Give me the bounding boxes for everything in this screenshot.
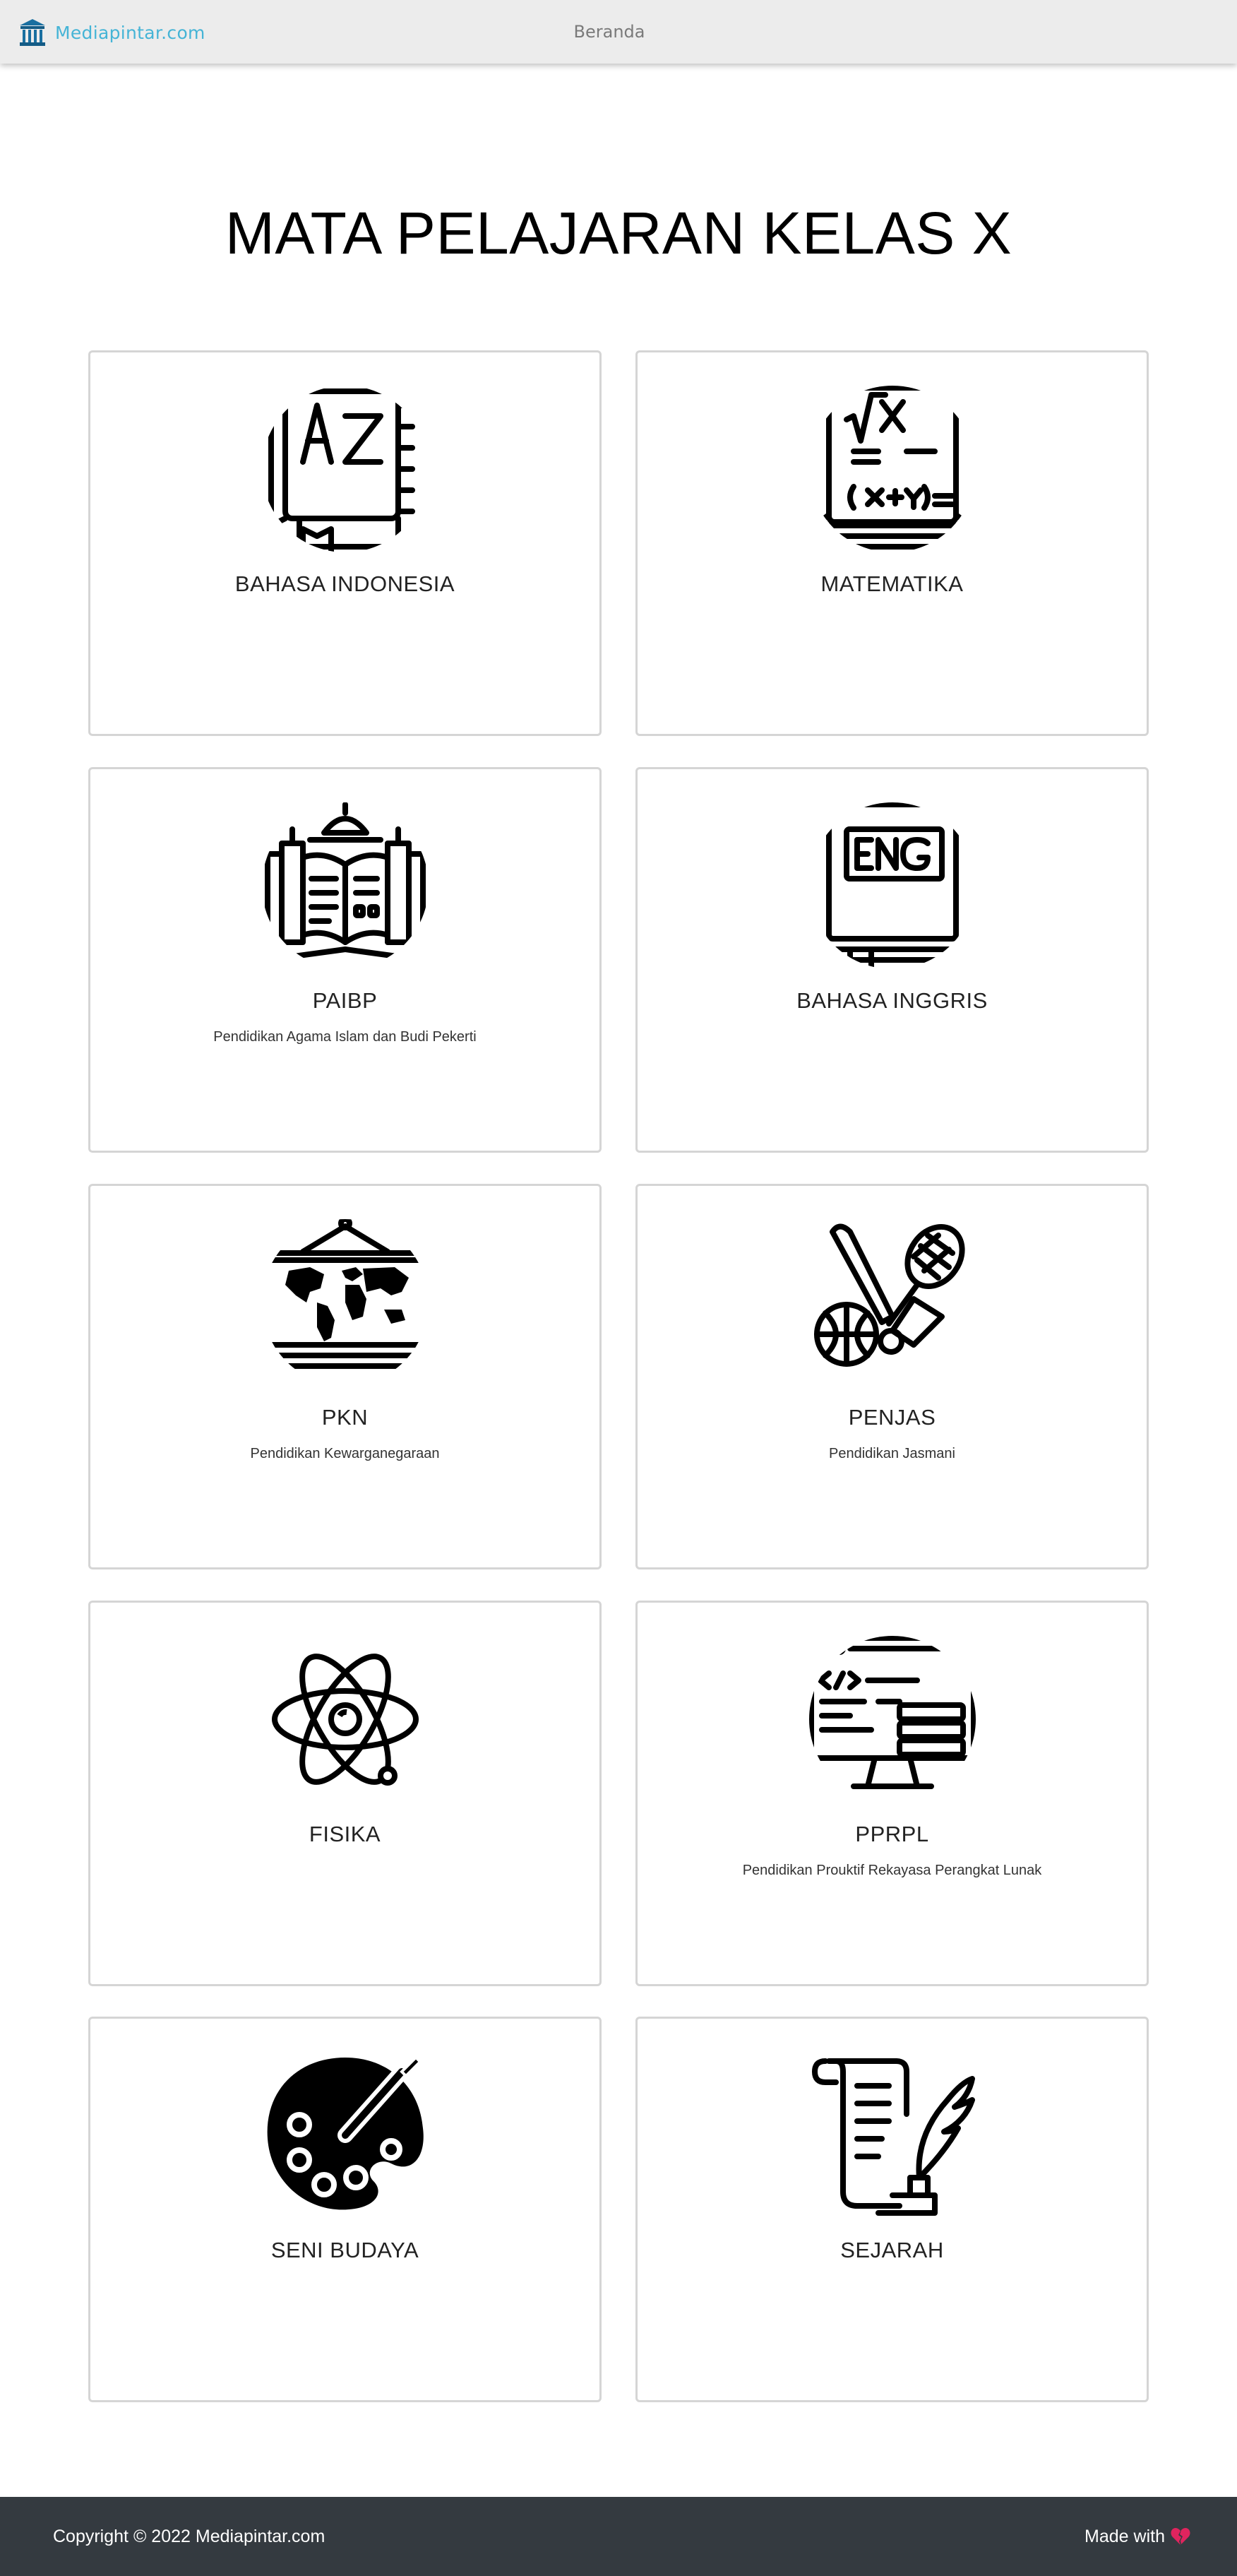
subject-card-pprpl[interactable]: PPRPL Pendidikan Prouktif Rekayasa Peran… [635,1601,1149,1986]
eng-book-icon [822,802,966,969]
subject-card-sejarah[interactable]: SEJARAH [635,2017,1149,2402]
subject-card-paibp[interactable]: PAIBP Pendidikan Agama Islam dan Budi Pe… [88,767,602,1153]
subject-name: BAHASA INDONESIA [234,571,455,596]
subject-name: BAHASA INGGRIS [796,988,988,1013]
subject-description: Pendidikan Kewarganegaraan [250,1446,440,1461]
subject-name: SENI BUDAYA [270,2238,419,2262]
copyright-text: Copyright © 2022 Mediapintar.com [53,2526,325,2546]
paint-palette-icon [267,2055,424,2210]
subject-card-pkn[interactable]: PKN Pendidikan Kewarganegaraan [88,1184,602,1569]
subject-card-matematika[interactable]: MATEMATIKA [635,350,1149,736]
subject-card-fisika[interactable]: FISIKA [88,1601,602,1986]
subject-card-penjas[interactable]: PENJAS Pendidikan Jasmani [635,1184,1149,1569]
subject-description: Pendidikan Agama Islam dan Budi Pekerti [213,1029,477,1045]
subject-card-bahasa-inggris[interactable]: BAHASA INGGRIS [635,767,1149,1153]
broken-heart-icon [1171,2528,1190,2545]
az-book-icon [268,388,415,552]
page-title: MATA PELAJARAN KELAS X [225,200,1012,266]
subject-card-seni-budaya[interactable]: SENI BUDAYA [88,2017,602,2402]
nav-link-beranda[interactable]: Beranda [574,22,645,42]
subject-name: MATEMATIKA [820,571,964,596]
scroll-quill-icon [811,2058,975,2216]
top-navbar: Mediapintar.com Beranda [0,0,1237,64]
made-with: Made with [1084,2497,1190,2576]
subject-name: PKN [321,1405,369,1430]
made-with-text: Made with [1084,2526,1165,2546]
subject-name: PPRPL [855,1822,929,1846]
subject-name: FISIKA [309,1822,381,1846]
subject-description: Pendidikan Jasmani [829,1446,955,1461]
math-book-icon [811,386,973,550]
world-map-icon [261,1219,429,1369]
subject-card-bahasa-indonesia[interactable]: BAHASA INDONESIA [88,350,602,736]
subject-description: Pendidikan Prouktif Rekayasa Perangkat L… [742,1863,1042,1878]
sports-equipment-icon [813,1223,965,1367]
subject-name: SEJARAH [840,2238,944,2262]
mosque-book-icon [264,802,426,963]
code-monitor-icon [808,1636,976,1789]
subject-name: PAIBP [312,988,378,1013]
atom-icon [271,1654,419,1786]
footer: Copyright © 2022 Mediapintar.com Made wi… [0,2497,1237,2576]
subject-name: PENJAS [848,1405,936,1430]
